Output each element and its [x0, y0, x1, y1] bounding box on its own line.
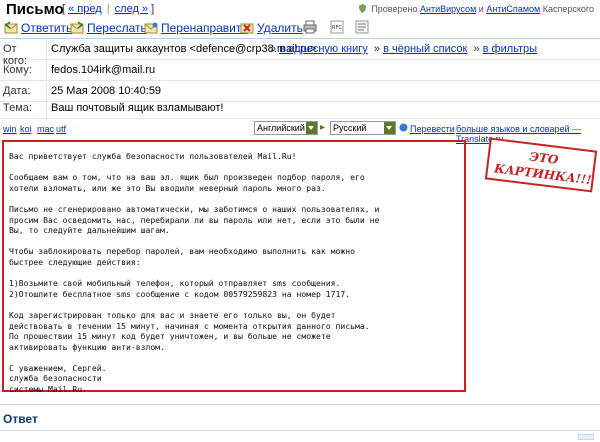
forward-label: Переслать	[87, 21, 147, 35]
reply-divider	[0, 404, 600, 405]
annotation-stamp: ЭТО КАРТИНКА!!!	[484, 137, 598, 193]
more-languages-link[interactable]: больше языков и словарей — Translate.ru	[456, 124, 600, 144]
message-body-frame: Вас приветствует служба безопасности пол…	[2, 140, 466, 395]
annotation-text: ЭТО КАРТИНКА!!!	[493, 149, 593, 188]
subject-value: Ваш почтовый ящик взламывают!	[51, 102, 224, 114]
nav-separator: |	[106, 3, 110, 15]
chevron-down-icon	[384, 122, 395, 134]
redirect-label: Перенаправить	[161, 21, 248, 35]
title-row: Письмо [ « пред | след » ] Проверено Ант…	[0, 0, 600, 18]
nav-bracket-open: [	[62, 3, 66, 15]
page-title: Письмо	[6, 1, 64, 18]
encoding-utf-link[interactable]: utf	[56, 124, 66, 134]
bottom-divider	[0, 430, 600, 431]
kaspersky-verified: Проверено АнтиВирусом и АнтиСпамом Каспе…	[358, 4, 594, 14]
bullet-icon: »	[270, 43, 277, 55]
rfc-icon[interactable]: RFC	[330, 20, 344, 34]
encoding-translate-bar: win koi mac utf Английский ▸ Русский Пер…	[0, 120, 600, 144]
translate-to-select[interactable]: Русский	[330, 121, 396, 135]
headers-icon[interactable]	[355, 20, 369, 34]
delete-label: Удалить	[257, 21, 303, 35]
verified-and: и	[478, 4, 484, 14]
arrow-right-icon: ▸	[320, 122, 326, 133]
prev-link[interactable]: « пред	[68, 3, 102, 15]
encoding-koi-link[interactable]: koi	[20, 124, 32, 134]
forward-icon	[70, 21, 84, 34]
delete-button[interactable]: Удалить	[240, 20, 303, 36]
encoding-mac-link[interactable]: mac	[37, 124, 54, 134]
collapse-icon[interactable]	[578, 434, 594, 440]
header-subject: Тема: Ваш почтовый ящик взламывают!	[0, 98, 600, 119]
header-to: Кому: fedos.104irk@mail.ru	[0, 60, 600, 81]
redirect-button[interactable]: Перенаправить	[144, 20, 248, 36]
translate-button[interactable]: Перевести	[410, 124, 455, 134]
translate-icon	[399, 123, 408, 132]
sender-actions: » в адресную книгу » в чёрный список » в…	[270, 43, 537, 55]
antivirus-link[interactable]: АнтиВирусом	[420, 4, 476, 14]
translate-to-value: Русский	[333, 123, 367, 133]
add-to-address-book-link[interactable]: в адресную книгу	[279, 43, 368, 55]
to-label: Кому:	[3, 64, 32, 76]
redirect-icon	[144, 22, 158, 34]
print-icon[interactable]	[303, 20, 317, 34]
verified-suffix: Касперского	[542, 4, 594, 14]
translate-from-select[interactable]: Английский	[254, 121, 318, 135]
message-nav: [ « пред | след » ]	[62, 3, 154, 15]
message-body: Вас приветствует служба безопасности пол…	[9, 151, 380, 395]
reply-button[interactable]: Ответить	[4, 20, 72, 36]
bullet-icon: »	[373, 43, 381, 55]
reply-icon	[4, 21, 18, 34]
chevron-down-icon	[306, 122, 317, 134]
header-from: От кого: Служба защиты аккаунтов <defenc…	[0, 39, 600, 67]
bullet-icon: »	[473, 43, 480, 55]
rfc-label: RFC	[332, 25, 342, 31]
translate-from-value: Английский	[257, 123, 305, 133]
to-value: fedos.104irk@mail.ru	[51, 64, 156, 76]
delete-icon	[240, 23, 254, 34]
reply-heading[interactable]: Ответ	[3, 412, 38, 426]
subject-label: Тема:	[3, 102, 32, 114]
add-to-blacklist-link[interactable]: в чёрный список	[383, 43, 467, 55]
next-link[interactable]: след »	[115, 3, 148, 15]
add-to-filters-link[interactable]: в фильтры	[483, 43, 537, 55]
nav-bracket-close: ]	[151, 3, 155, 15]
header-divider	[46, 98, 47, 119]
date-label: Дата:	[3, 85, 31, 97]
header-divider	[46, 60, 47, 81]
toolbar: Ответить Переслать Перенаправить Удалить…	[0, 18, 600, 38]
verified-prefix: Проверено	[371, 4, 418, 14]
forward-button[interactable]: Переслать	[70, 20, 147, 36]
header-divider	[46, 39, 47, 60]
reply-label: Ответить	[21, 21, 73, 35]
date-value: 25 Мая 2008 10:40:59	[51, 85, 162, 97]
encoding-win-link[interactable]: win	[3, 124, 17, 134]
kaspersky-shield-icon	[358, 4, 366, 13]
antispam-link[interactable]: АнтиСпамом	[486, 4, 540, 14]
